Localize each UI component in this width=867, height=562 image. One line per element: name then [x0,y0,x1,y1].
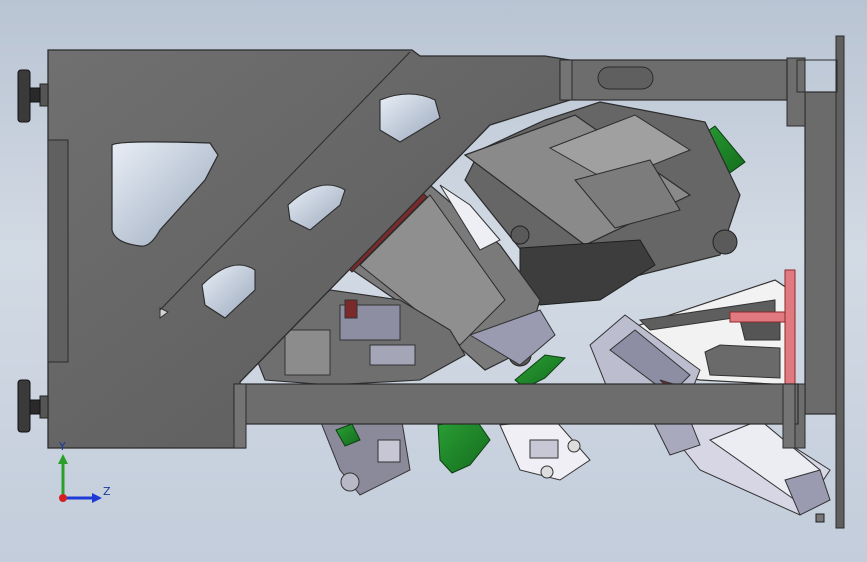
leveling-foot-bottom[interactable] [17,379,49,433]
leveling-foot-top[interactable] [17,69,49,123]
cad-graphics-viewport[interactable]: Y Z [0,0,867,562]
top-horizontal-tube[interactable] [559,59,788,101]
coordinate-triad: Y Z [50,440,120,510]
x-axis-dot [59,494,67,502]
assembly-model[interactable] [0,0,867,562]
triad-z-label: Z [103,485,111,498]
triad-y-label: Y [59,440,66,453]
